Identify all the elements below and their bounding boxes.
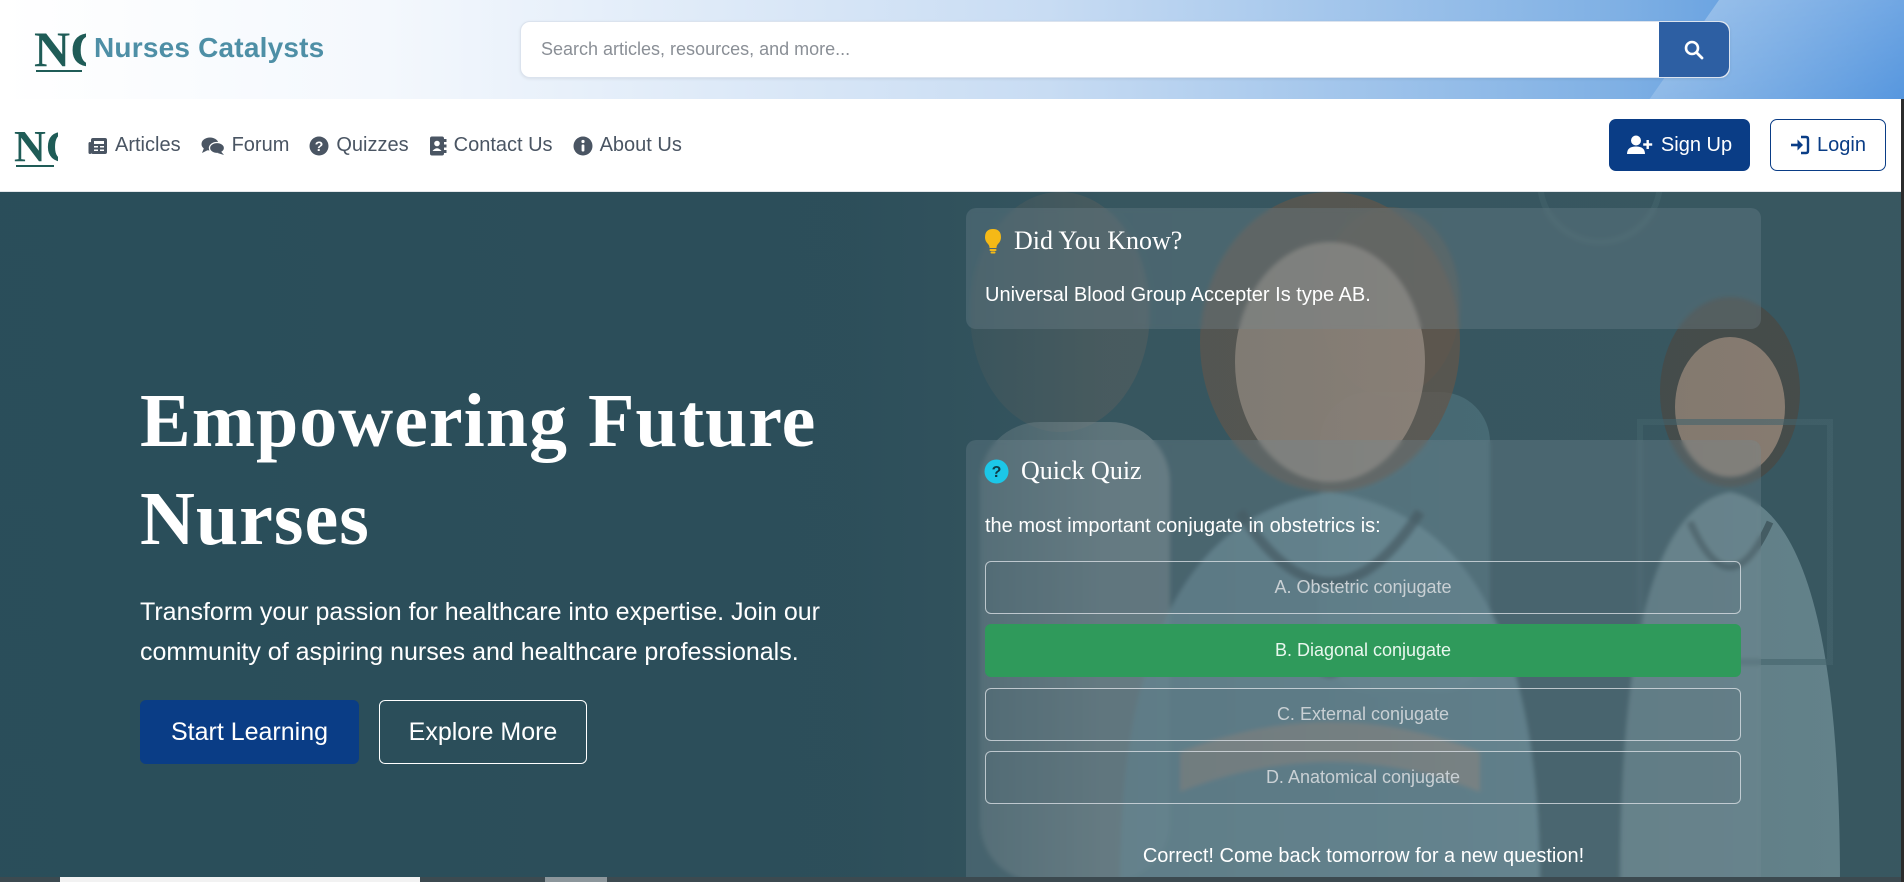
quick-quiz-title: Quick Quiz (1021, 456, 1142, 485)
nav-item-about[interactable]: About Us (573, 134, 682, 157)
newspaper-icon (88, 137, 107, 154)
svg-text:?: ? (315, 138, 324, 154)
info-circle-icon (573, 136, 593, 155)
scrollbar-segment (545, 877, 607, 882)
comments-icon (201, 137, 225, 155)
did-you-know-text: Universal Blood Group Accepter Is type A… (985, 284, 1371, 306)
question-circle-icon: ? (984, 459, 1009, 483)
user-plus-icon (1626, 135, 1653, 154)
nav-item-label: Quizzes (336, 134, 409, 156)
search-bar (520, 21, 1730, 78)
svg-text:NC: NC (14, 122, 58, 171)
nav-item-label: Forum (231, 134, 290, 156)
did-you-know-title: Did You Know? (1014, 226, 1183, 255)
quiz-option-c[interactable]: C. External conjugate (985, 688, 1741, 741)
quick-quiz-header: ? Quick Quiz (984, 456, 1142, 486)
did-you-know-header: Did You Know? (984, 226, 1182, 256)
search-icon (1684, 40, 1704, 59)
quiz-option-a[interactable]: A. Obstetric conjugate (985, 561, 1741, 614)
did-you-know-card: Did You Know? Universal Blood Group Acce… (966, 208, 1761, 329)
quiz-question: the most important conjugate in obstetri… (985, 515, 1381, 537)
svg-text:NC: NC (34, 21, 86, 76)
start-learning-button[interactable]: Start Learning (140, 700, 359, 764)
main-nav: NC Articles Forum (0, 99, 1904, 192)
quiz-result-message: Correct! Come back tomorrow for a new qu… (1142, 845, 1585, 867)
nav-item-label: About Us (599, 134, 682, 156)
svg-text:?: ? (992, 464, 1002, 481)
login-label: Login (1817, 133, 1866, 156)
hero-section: Empowering Future Nurses Transform your … (0, 192, 1901, 882)
signup-label: Sign Up (1660, 133, 1733, 156)
lightbulb-icon (985, 229, 1001, 254)
search-input[interactable] (521, 22, 1661, 77)
nav-item-contact[interactable]: Contact Us (429, 134, 553, 157)
signup-button[interactable]: Sign Up (1609, 119, 1750, 171)
nav-item-label: Contact Us (453, 134, 553, 156)
nav-item-label: Articles (115, 134, 181, 156)
top-header: NC Nurses Catalysts (0, 0, 1904, 99)
search-button[interactable] (1659, 22, 1729, 77)
login-button[interactable]: Login (1770, 119, 1886, 171)
brand-name[interactable]: Nurses Catalysts (94, 32, 324, 64)
explore-more-button[interactable]: Explore More (379, 700, 587, 764)
site-logo[interactable]: NC (34, 20, 86, 76)
quiz-option-b[interactable]: B. Diagonal conjugate (985, 624, 1741, 677)
nav-item-articles[interactable]: Articles (88, 134, 181, 157)
sign-in-icon (1791, 135, 1810, 155)
scrollbar-thumb[interactable] (60, 877, 420, 882)
question-circle-icon: ? (309, 136, 329, 155)
quick-quiz-card: ? Quick Quiz the most important conjugat… (966, 440, 1761, 882)
nav-item-forum[interactable]: Forum (201, 134, 290, 157)
hero-title-line2: Nurses (140, 477, 370, 561)
nav-logo[interactable]: NC (14, 119, 58, 171)
nav-links: Articles Forum ? Quizzes Contact Us Abou… (88, 99, 702, 192)
hero-subtitle: Transform your passion for healthcare in… (140, 598, 820, 666)
address-book-icon (429, 136, 447, 155)
hero-title-line1: Empowering Future (140, 379, 817, 463)
hero-title: Empowering Future Nurses (140, 372, 900, 568)
quiz-option-d[interactable]: D. Anatomical conjugate (985, 751, 1741, 804)
horizontal-scrollbar[interactable] (0, 877, 1901, 882)
nav-item-quizzes[interactable]: ? Quizzes (309, 134, 409, 157)
